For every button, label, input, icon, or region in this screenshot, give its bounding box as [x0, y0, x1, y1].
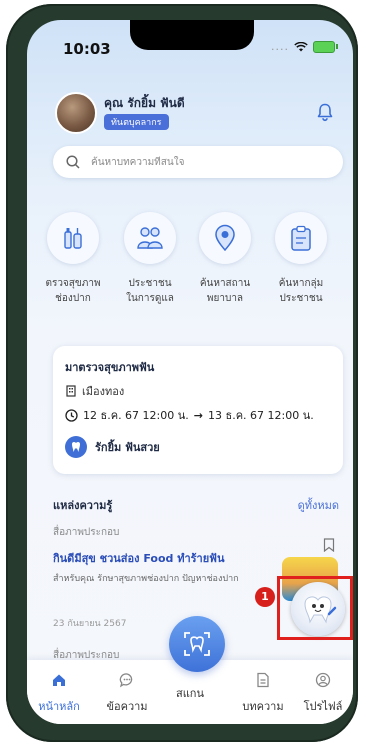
appointment-location: เมืองทอง [65, 382, 124, 400]
knowledge-section-title: แหล่งความรู้ [53, 499, 113, 512]
scan-fab-button[interactable] [169, 616, 225, 672]
tab-home[interactable]: หน้าหลัก [29, 672, 89, 715]
tab-label: หน้าหลัก [38, 700, 80, 713]
arrow-right-icon: → [193, 408, 203, 422]
oral-care-icon [64, 228, 82, 249]
highlight-box [277, 576, 353, 640]
search-bar[interactable] [53, 146, 343, 178]
search-icon [66, 155, 80, 169]
battery-icon [313, 40, 338, 53]
location-pin-icon [215, 224, 235, 252]
tooth-icon [65, 436, 87, 458]
dentist-name: รักยิ้ม ฟันสวย [95, 441, 160, 454]
user-name: คุณ รักยิ้ม ฟันดี [104, 96, 185, 110]
app-screen: 10:03 .... คุณ รักยิ้ม ฟันดี ทันตบุคลากร [27, 20, 353, 724]
clipboard-icon [291, 225, 311, 251]
quick-action-circle [47, 212, 99, 264]
signal-icon: .... [271, 40, 289, 53]
tab-label: สแกน [176, 687, 204, 700]
appointment-dentist: รักยิ้ม ฟันสวย [65, 436, 160, 458]
tab-label: ข้อความ [106, 700, 148, 713]
appointment-start: 12 ธ.ค. 67 12:00 น. [83, 409, 189, 422]
chat-icon [119, 673, 133, 688]
appointment-title: มาตรวจสุขภาพฟัน [65, 361, 155, 374]
appointment-location-text: เมืองทอง [82, 385, 125, 398]
user-role-badge: ทันตบุคลากร [104, 114, 169, 130]
tab-messages[interactable]: ข้อความ [97, 672, 157, 715]
appointment-end: 13 ธ.ค. 67 12:00 น. [207, 409, 314, 422]
article-date: 23 กันยายน 2567 [53, 619, 127, 629]
quick-action-circle [199, 212, 251, 264]
quick-action-label: ค้นหากลุ่ม ประชาชน [278, 278, 324, 304]
building-icon [66, 385, 76, 397]
article-title[interactable]: กินดีมีสุข ชวนส่อง Food ทำร้ายฟัน [53, 549, 224, 567]
profile-icon [315, 672, 331, 688]
quick-action-label: ตรวจสุขภาพ ช่องปาก [45, 278, 101, 304]
phone-frame: 10:03 .... คุณ รักยิ้ม ฟันดี ทันตบุคลากร [6, 4, 358, 742]
family-icon [137, 227, 163, 249]
quick-action-oral-check[interactable]: ตรวจสุขภาพ ช่องปาก [39, 212, 107, 306]
status-time: 10:03 [63, 40, 111, 58]
notch [130, 20, 254, 50]
quick-action-find-group[interactable]: ค้นหากลุ่ม ประชาชน [267, 212, 335, 306]
quick-action-people-in-care[interactable]: ประชาชน ในการดูแล [116, 212, 184, 306]
appointment-time: 12 ธ.ค. 67 12:00 น. → 13 ธ.ค. 67 12:00 น… [65, 406, 314, 424]
clock-icon [65, 408, 78, 422]
appointment-card[interactable]: มาตรวจสุขภาพฟัน เมืองทอง 12 ธ.ค. 67 12:0… [53, 346, 343, 474]
document-icon [257, 672, 269, 688]
bookmark-icon[interactable] [323, 538, 335, 552]
quick-action-find-clinic[interactable]: ค้นหาสถาน พยาบาล [191, 212, 259, 306]
quick-action-label: ประชาชน ในการดูแล [126, 278, 174, 304]
tab-articles[interactable]: บทความ [233, 672, 293, 715]
tab-profile[interactable]: โปรไฟล์ [293, 672, 353, 715]
quick-action-label: ค้นหาสถาน พยาบาล [199, 278, 251, 304]
quick-action-circle [124, 212, 176, 264]
status-icons: .... [271, 40, 338, 53]
tab-label: โปรไฟล์ [303, 700, 343, 713]
avatar[interactable] [55, 92, 97, 134]
tab-label: บทความ [242, 700, 284, 713]
wifi-icon [294, 41, 308, 51]
article-category: สื่อภาพประกอบ [53, 527, 120, 538]
see-all-link[interactable]: ดูทั้งหมด [298, 496, 339, 514]
bell-icon[interactable] [315, 102, 335, 122]
article-description: สำหรับคุณ รักษาสุขภาพช่องปาก ปัญหาช่องปา… [53, 574, 239, 584]
search-input[interactable] [89, 155, 333, 169]
scan-tooth-icon [184, 632, 210, 656]
annotation-number-badge: 1 [255, 587, 275, 607]
tab-scan[interactable]: สแกน [160, 684, 220, 702]
home-icon [53, 674, 65, 686]
quick-action-circle [275, 212, 327, 264]
